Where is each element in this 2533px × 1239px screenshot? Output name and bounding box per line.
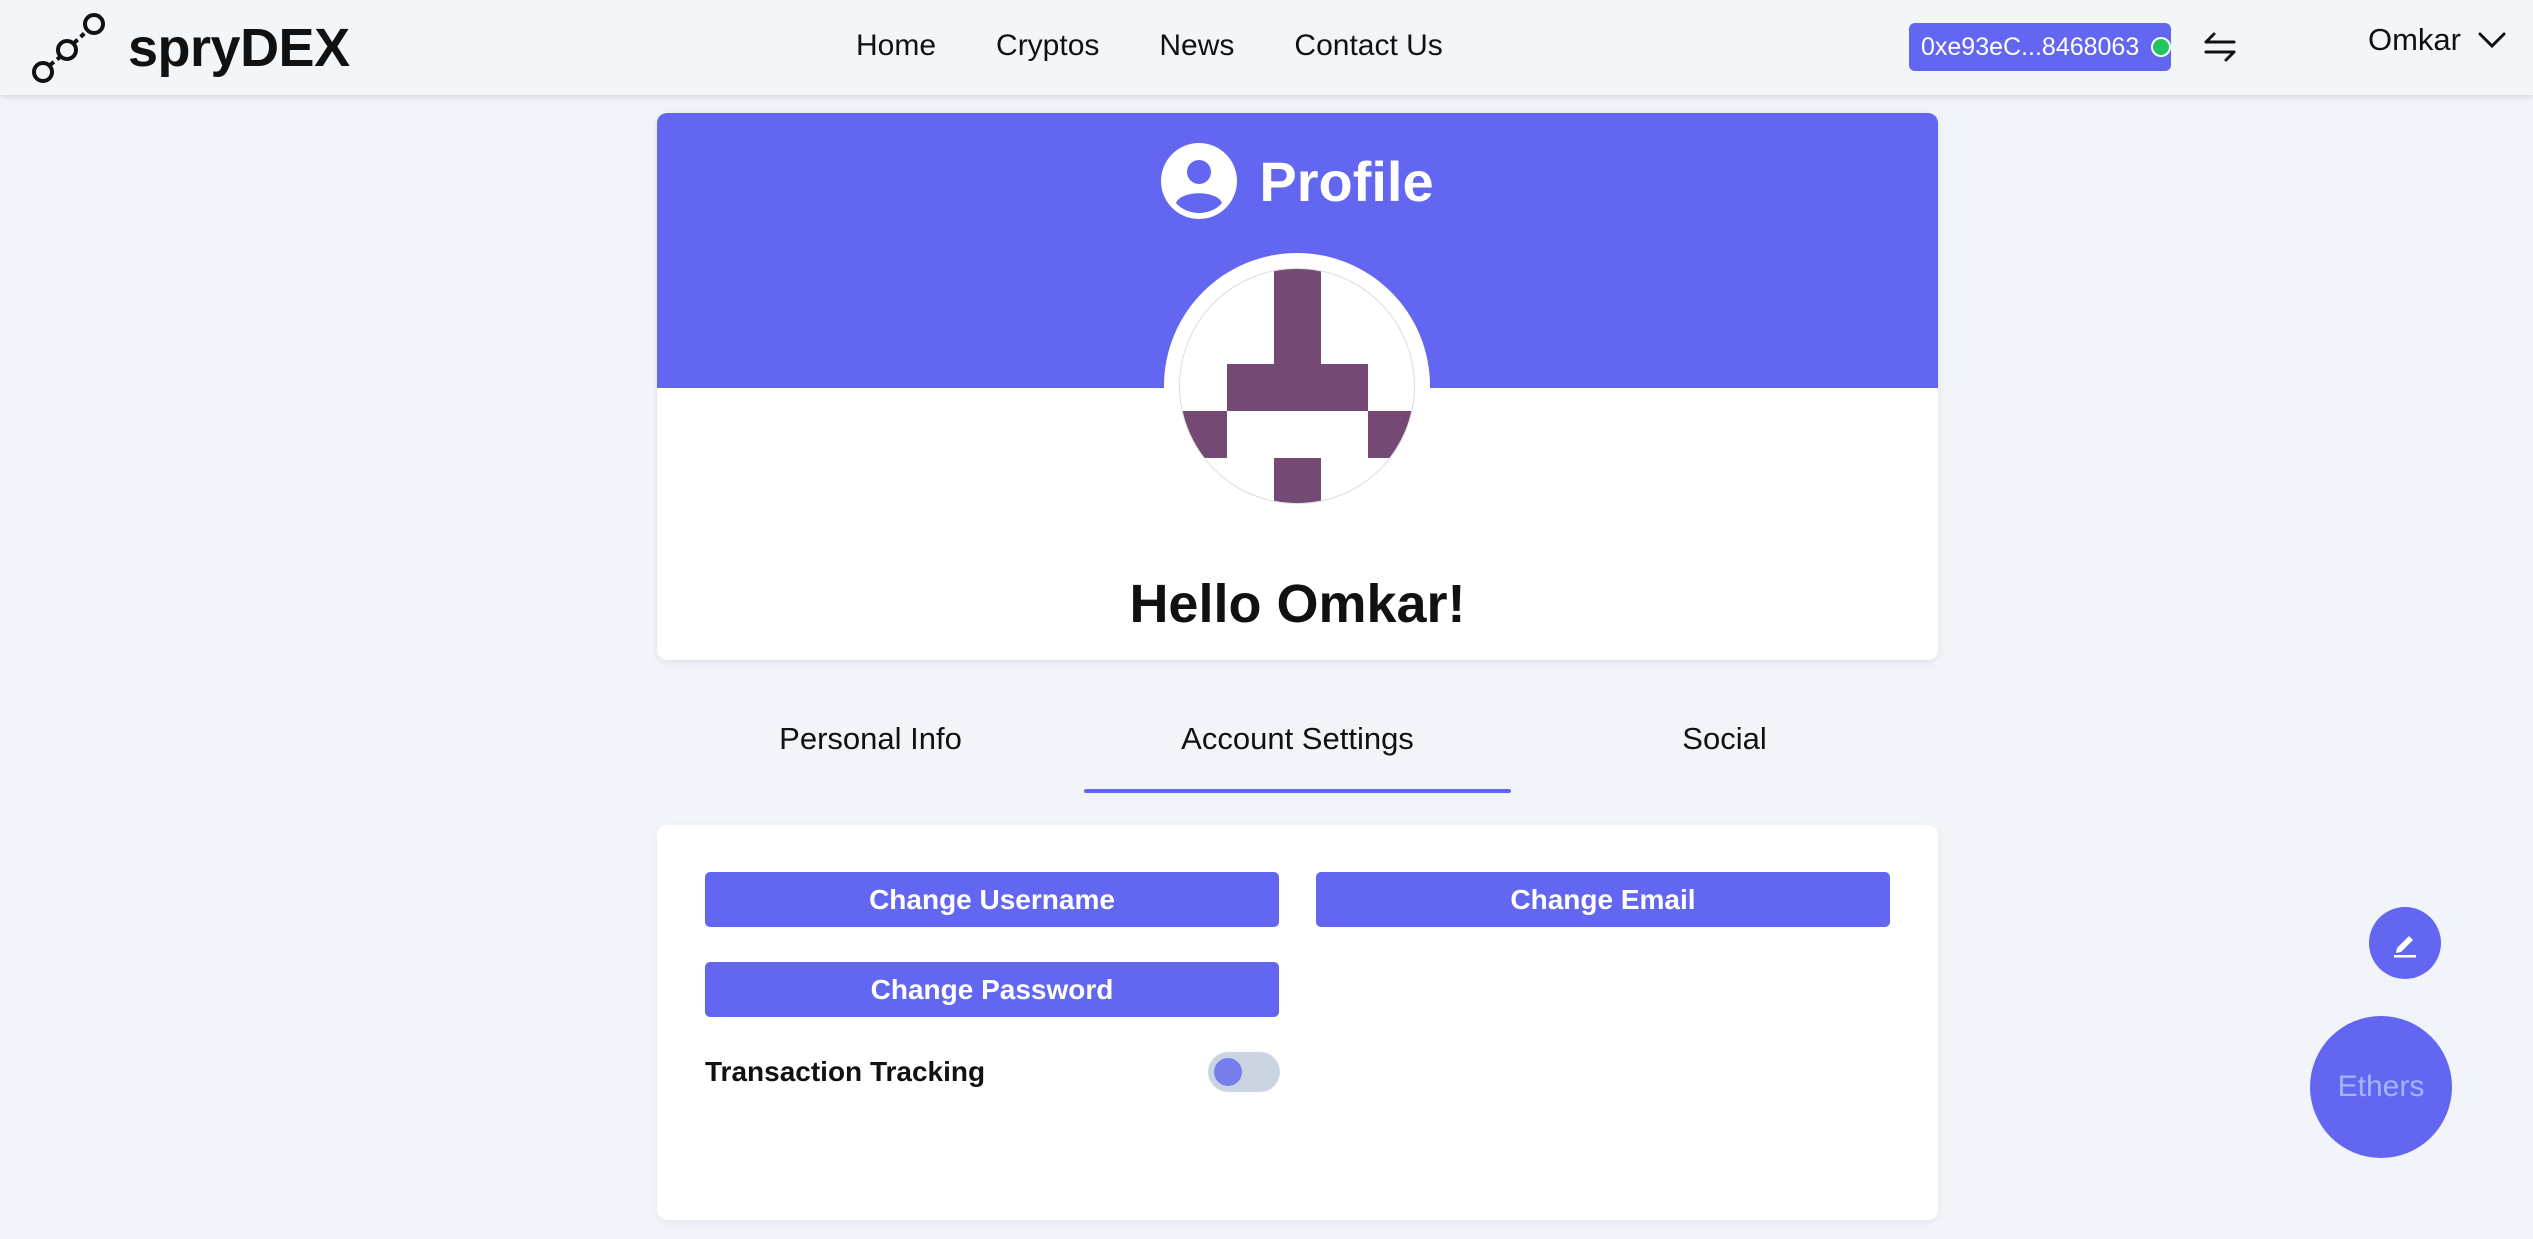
nav-home[interactable]: Home [856, 24, 936, 68]
toggle-knob [1214, 1058, 1242, 1086]
brand[interactable]: spryDEX [30, 10, 350, 85]
change-password-button[interactable]: Change Password [705, 962, 1279, 1017]
edit-profile-button[interactable] [2369, 907, 2441, 979]
identicon-icon [1180, 269, 1414, 503]
wallet-connected-icon [2151, 37, 2171, 57]
nav-contact-us[interactable]: Contact Us [1294, 24, 1442, 68]
profile-heading: Profile [657, 143, 1938, 219]
wallet-address: 0xe93eC...8468063 [1921, 32, 2140, 61]
user-menu[interactable]: Omkar [2368, 22, 2507, 58]
brand-name: spryDEX [128, 17, 350, 78]
ethers-button[interactable]: Ethers [2310, 1016, 2452, 1158]
greeting: Hello Omkar! [1129, 574, 1466, 634]
chevron-down-icon [2478, 32, 2506, 49]
swap-arrows-icon[interactable] [2202, 30, 2238, 64]
user-circle-icon [1161, 143, 1238, 219]
change-email-button[interactable]: Change Email [1316, 872, 1890, 927]
pencil-icon [2394, 936, 2416, 958]
nav-news[interactable]: News [1159, 24, 1234, 68]
chain-link-icon [32, 13, 105, 83]
tab-account-settings[interactable]: Account Settings [1084, 700, 1511, 795]
avatar[interactable] [1179, 268, 1415, 504]
profile-tabs: Personal Info Account Settings Social [657, 700, 1938, 795]
nav-cryptos[interactable]: Cryptos [996, 24, 1099, 68]
transaction-tracking-toggle[interactable] [1208, 1052, 1280, 1092]
user-menu-name: Omkar [2368, 22, 2461, 57]
profile-card: Profile Hello Omkar! [657, 113, 1938, 660]
top-navbar: spryDEX Home Cryptos News Contact Us 0xe… [0, 0, 2533, 95]
avatar-ring [1164, 253, 1430, 519]
transaction-tracking-label: Transaction Tracking [705, 1056, 986, 1087]
account-settings-panel: Change Username Change Email Change Pass… [657, 825, 1938, 1220]
nav-links: Home Cryptos News Contact Us [856, 24, 1503, 68]
profile-title: Profile [1259, 149, 1434, 213]
change-username-button[interactable]: Change Username [705, 872, 1279, 927]
tab-social[interactable]: Social [1511, 700, 1938, 795]
wallet-address-badge[interactable]: 0xe93eC...8468063 [1909, 23, 2171, 71]
tab-personal-info[interactable]: Personal Info [657, 700, 1084, 795]
